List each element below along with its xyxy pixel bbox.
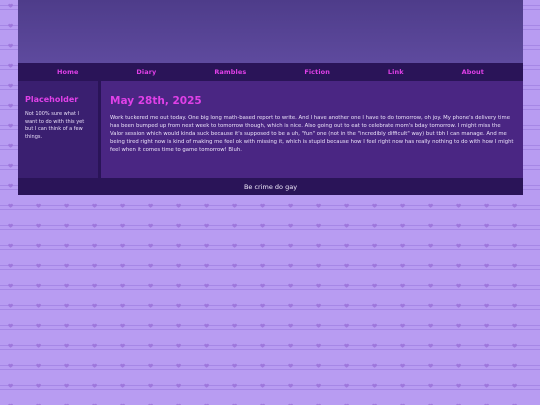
- entry-date: May 28th, 2025: [110, 95, 202, 107]
- nav-link-home[interactable]: Home: [57, 68, 79, 76]
- main-nav: Home Diary Rambles Fiction Link About: [18, 63, 523, 81]
- nav-link-fiction[interactable]: Fiction: [304, 68, 330, 76]
- nav-link-link[interactable]: Link: [388, 68, 404, 76]
- content-row: Placeholder Not 100% sure what I want to…: [18, 81, 523, 178]
- nav-link-rambles[interactable]: Rambles: [214, 68, 246, 76]
- header-banner: [18, 0, 523, 63]
- footer: Be crime do gay: [18, 178, 523, 195]
- entry-body: Work tuckered me out today. One big long…: [110, 115, 514, 153]
- nav-link-about[interactable]: About: [462, 68, 484, 76]
- footer-text: Be crime do gay: [243, 182, 298, 191]
- sidebar-title: Placeholder: [25, 95, 79, 104]
- sidebar: Placeholder Not 100% sure what I want to…: [18, 81, 101, 178]
- page-container: Home Diary Rambles Fiction Link About Pl…: [18, 0, 523, 195]
- diary-entry: May 28th, 2025 Work tuckered me out toda…: [101, 81, 523, 178]
- nav-link-diary[interactable]: Diary: [136, 68, 156, 76]
- sidebar-text: Not 100% sure what I want to do with thi…: [25, 111, 85, 140]
